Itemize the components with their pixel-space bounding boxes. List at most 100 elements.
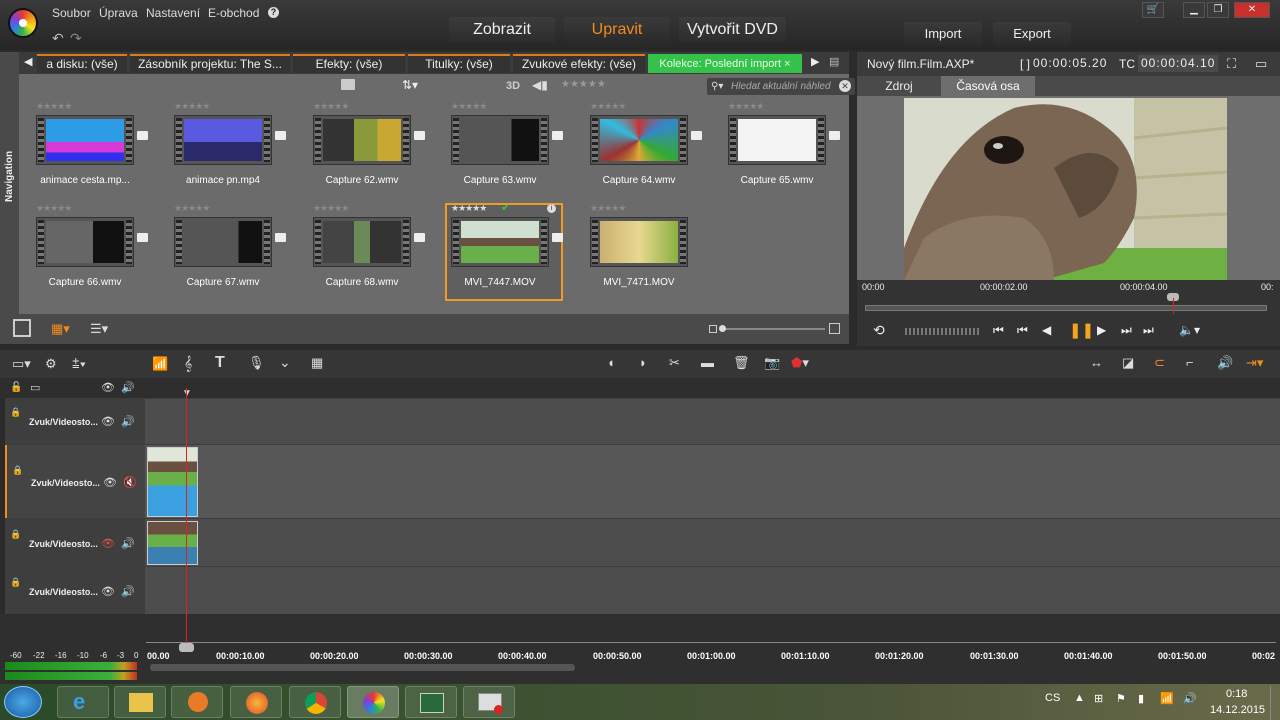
- library-item[interactable]: ★★★★★ Capture 62.wmv: [313, 101, 427, 197]
- audio-scrub-icon[interactable]: 🔊: [1217, 355, 1233, 371]
- pinnacle-icon[interactable]: [347, 686, 399, 718]
- go-to-end-icon[interactable]: ⏭: [1143, 323, 1154, 338]
- search-clear-icon[interactable]: ✕: [839, 80, 851, 92]
- music-icon[interactable]: 𝄞: [184, 355, 192, 372]
- filter-3d[interactable]: 3D: [506, 80, 520, 92]
- screen-capture-icon[interactable]: [463, 686, 515, 718]
- speaker-icon[interactable]: 🔊: [121, 537, 135, 550]
- timeline-track[interactable]: 🔒 Zvuk/Videosto... 👁 🔇: [5, 444, 1280, 518]
- timeline-settings-icon[interactable]: ▭▾: [12, 356, 31, 372]
- zoom-slider-handle[interactable]: [719, 325, 726, 332]
- language-indicator[interactable]: CS: [1045, 692, 1060, 704]
- screen-recorder-icon[interactable]: [405, 686, 457, 718]
- step-forward-icon[interactable]: ▶: [1097, 323, 1106, 337]
- mode-edit-button[interactable]: Upravit: [564, 17, 670, 43]
- rating-stars[interactable]: ★★★★★: [451, 203, 487, 214]
- internet-explorer-icon[interactable]: e: [57, 686, 109, 718]
- eye-icon[interactable]: 👁: [101, 585, 115, 598]
- help-icon[interactable]: ?: [268, 7, 279, 18]
- marker-menu-icon[interactable]: ▾: [802, 355, 809, 370]
- speaker-icon[interactable]: 🔊: [121, 415, 135, 428]
- camera-icon[interactable]: 📷: [764, 355, 780, 371]
- windows-icon[interactable]: ⊞: [1094, 692, 1103, 705]
- video-clip[interactable]: [147, 447, 198, 517]
- library-item[interactable]: ★★★★★ Capture 63.wmv: [451, 101, 565, 197]
- go-to-start-icon[interactable]: ⏮: [993, 323, 1004, 338]
- timeline-playhead[interactable]: [186, 388, 187, 650]
- loop-icon[interactable]: ⟲: [873, 322, 885, 339]
- clock-date[interactable]: 14.12.2015: [1210, 704, 1265, 716]
- library-item[interactable]: ★★★★★ Capture 66.wmv: [36, 203, 150, 299]
- snap-icon[interactable]: ◪: [1122, 355, 1134, 371]
- minimize-icon[interactable]: ▁: [1183, 2, 1205, 18]
- rating-stars[interactable]: ★★★★★: [36, 101, 72, 112]
- list-view-icon[interactable]: ☰▾: [90, 321, 108, 337]
- flag-icon[interactable]: ⚑: [1116, 692, 1126, 705]
- rating-stars[interactable]: ★★★★★: [174, 101, 210, 112]
- timeline-track[interactable]: 🔒 Zvuk/Videosto... 👁 🔊: [5, 566, 1280, 614]
- tab-disk[interactable]: a disku: (vše): [37, 54, 127, 73]
- grid-view-icon[interactable]: ▦▾: [51, 321, 70, 337]
- tab-project-bin[interactable]: Zásobník projektu: The S...: [130, 54, 290, 73]
- title-icon[interactable]: T: [215, 354, 225, 372]
- mode-dvd-button[interactable]: Vytvořit DVD: [679, 17, 786, 43]
- microphone-icon[interactable]: 🎙: [248, 355, 265, 371]
- tab-collection-last-import[interactable]: Kolekce: Poslední import ×: [648, 54, 802, 73]
- network-icon[interactable]: 📶: [1160, 692, 1174, 705]
- gear-icon[interactable]: ⚙: [45, 356, 57, 372]
- menu-eshop[interactable]: E-obchod: [208, 6, 259, 20]
- zoom-slider[interactable]: [719, 328, 825, 330]
- step-back-icon[interactable]: ◀: [1042, 323, 1051, 337]
- rating-stars[interactable]: ★★★★★: [451, 101, 487, 112]
- cart-icon[interactable]: 🛒: [1142, 2, 1164, 18]
- library-item[interactable]: ★★★★★ Capture 67.wmv: [174, 203, 288, 299]
- timecode-field[interactable]: 00:00:04.10: [1138, 55, 1219, 72]
- library-item[interactable]: ★★★★★ Capture 68.wmv: [313, 203, 427, 299]
- menu-edit[interactable]: Úprava: [99, 6, 138, 20]
- library-item[interactable]: ★★★★★ Capture 64.wmv: [590, 101, 704, 197]
- undo-icon[interactable]: ↶: [52, 30, 64, 47]
- montage-icon[interactable]: ▦: [311, 355, 323, 371]
- menu-settings[interactable]: Nastavení: [146, 6, 200, 20]
- magnet-icon[interactable]: ⊂: [1154, 355, 1165, 371]
- folder-icon[interactable]: [341, 79, 355, 90]
- compact-view-icon[interactable]: [13, 319, 31, 337]
- tray-arrow-icon[interactable]: ▲: [1074, 692, 1085, 704]
- volume-icon[interactable]: 🔈▾: [1179, 323, 1200, 337]
- info-icon[interactable]: i: [547, 204, 556, 213]
- firefox-icon[interactable]: [230, 686, 282, 718]
- library-item[interactable]: ★★★★★ MVI_7471.MOV: [590, 203, 704, 299]
- rating-stars[interactable]: ★★★★★: [36, 203, 72, 214]
- clock-time[interactable]: 0:18: [1226, 688, 1247, 700]
- fullscreen-icon[interactable]: ⛶: [1227, 56, 1236, 72]
- redo-icon[interactable]: ↷: [70, 30, 82, 47]
- navigation-strip[interactable]: Navigation: [0, 52, 19, 344]
- eye-icon[interactable]: 👁: [101, 381, 115, 394]
- marker-icon[interactable]: ⬟▾: [791, 355, 809, 371]
- menu-file[interactable]: Soubor: [52, 6, 91, 20]
- rating-stars[interactable]: ★★★★★: [313, 101, 349, 112]
- marker-out-icon[interactable]: ◗: [639, 355, 647, 370]
- tab-source[interactable]: Zdroj: [857, 76, 941, 96]
- library-item[interactable]: ★★★★★ Capture 65.wmv: [728, 101, 842, 197]
- export-button[interactable]: Export: [993, 22, 1071, 46]
- insert-mode-icon[interactable]: ⇥▾: [1246, 355, 1263, 371]
- lock-icon[interactable]: 🔒: [12, 465, 23, 476]
- trim-icon[interactable]: ⌐: [1186, 355, 1194, 370]
- scrub-bar[interactable]: [865, 305, 1267, 311]
- chrome-icon[interactable]: [289, 686, 341, 718]
- marker-in-icon[interactable]: ◖: [607, 355, 615, 370]
- eye-hidden-icon[interactable]: 👁: [101, 537, 115, 550]
- track-options-icon[interactable]: ⩲▾: [72, 356, 86, 372]
- lock-icon[interactable]: 🔒: [10, 529, 21, 540]
- import-button[interactable]: Import: [904, 22, 982, 46]
- lock-all-icon[interactable]: 🔓: [10, 382, 22, 393]
- app-logo[interactable]: [8, 8, 38, 38]
- trash-icon[interactable]: 🗑: [733, 355, 750, 371]
- ripple-icon[interactable]: ↔: [1090, 355, 1103, 370]
- razor-icon[interactable]: ✂: [669, 355, 680, 371]
- lock-icon[interactable]: 🔒: [10, 407, 21, 418]
- tabs-right-arrow-icon[interactable]: ▶: [811, 55, 819, 68]
- timeline-scrollbar[interactable]: [150, 664, 575, 671]
- rating-stars[interactable]: ★★★★★: [728, 101, 764, 112]
